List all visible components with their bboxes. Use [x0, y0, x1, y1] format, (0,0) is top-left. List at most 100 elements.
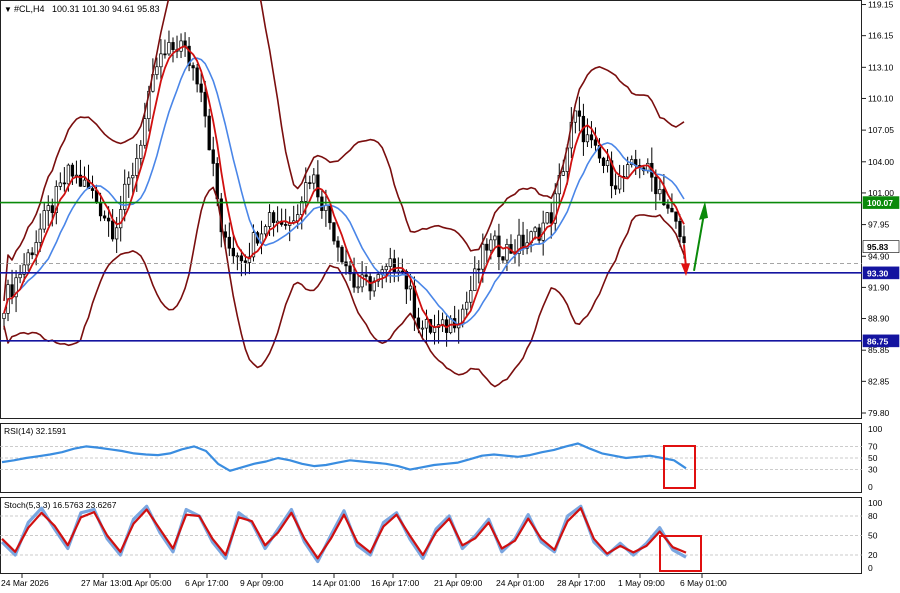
candle-body — [127, 177, 131, 185]
time-tick-label: 24 Mar 2026 — [1, 578, 49, 588]
time-tick-label: 28 Apr 17:00 — [557, 578, 605, 588]
candle-body — [159, 53, 163, 68]
time-tick-label: 27 Mar 13:00 — [81, 578, 131, 588]
candle-body — [98, 202, 103, 217]
candle-body — [102, 215, 107, 219]
candle-body — [465, 301, 469, 310]
candle-body — [352, 273, 356, 288]
price-tick-label: 79.80 — [868, 408, 890, 418]
candle-body — [626, 164, 630, 178]
candle-body — [30, 252, 34, 256]
candle-body — [577, 110, 582, 117]
ohlc-readout: 100.31 101.30 94.61 95.83 — [52, 4, 160, 14]
candle-body — [163, 53, 167, 56]
stoch-tick-label: 20 — [868, 550, 878, 560]
candle-body — [420, 327, 425, 330]
time-tick-label: 1 Apr 05:00 — [128, 578, 172, 588]
rsi-panel[interactable]: RSI(14) 32.1591 — [0, 423, 862, 493]
rsi-label: RSI(14) 32.1591 — [4, 426, 67, 436]
candle-body — [316, 174, 320, 198]
stoch-tick-label: 0 — [868, 563, 873, 573]
price-axis[interactable]: 119.15116.15113.10110.10107.05104.00101.… — [862, 0, 900, 573]
candle-body — [203, 91, 207, 117]
candle-body — [239, 255, 244, 262]
candle-body — [654, 176, 658, 195]
candle-body — [191, 65, 195, 69]
candle-body — [308, 182, 312, 184]
candle-body — [674, 211, 678, 222]
price-tick-label: 88.90 — [868, 314, 890, 324]
price-tick-label: 110.10 — [868, 93, 894, 103]
candle-body — [66, 164, 71, 185]
price-frame — [0, 0, 862, 419]
price-panel[interactable] — [0, 0, 862, 419]
rsi-tick-label: 70 — [868, 441, 878, 451]
candle-body — [364, 274, 368, 277]
time-tick-label: 6 May 01:00 — [680, 578, 727, 588]
time-tick-label: 21 Apr 09:00 — [434, 578, 482, 588]
candle-body — [215, 163, 219, 200]
candle-body — [139, 144, 143, 159]
candle-body — [171, 42, 175, 50]
candle-body — [477, 268, 481, 271]
stoch-tick-label: 80 — [868, 511, 878, 521]
price-tag-label: 100.07 — [867, 198, 893, 208]
candle-body — [263, 226, 268, 235]
candle-body — [70, 164, 75, 177]
candle-body — [561, 171, 565, 176]
candle-body — [493, 235, 497, 241]
stoch-tick-label: 100 — [868, 498, 882, 508]
candle-body — [50, 205, 54, 214]
rsi-tick-label: 0 — [868, 482, 873, 492]
candle-body — [167, 42, 171, 55]
stochastic-panel[interactable]: Stoch(5,3,3) 16.5763 23.6267 — [0, 497, 862, 574]
candle-body — [195, 67, 199, 85]
candle-body — [18, 273, 22, 279]
candle-body — [284, 224, 288, 226]
price-tick-label: 113.10 — [868, 62, 894, 72]
price-tick-label: 119.15 — [868, 0, 894, 10]
candle-body — [601, 157, 606, 166]
candle-body — [34, 242, 38, 256]
candle-body — [267, 212, 272, 227]
price-tick-label: 91.90 — [868, 282, 890, 292]
candle-body — [82, 179, 87, 187]
candle-body — [336, 240, 340, 248]
candle-body — [2, 312, 6, 319]
chart-canvas: RSI(14) 32.1591 Stoch(5,3,3) 16.5763 23.… — [0, 0, 900, 588]
candle-body — [658, 189, 662, 195]
candle-body — [682, 236, 686, 243]
candle-body — [38, 228, 42, 243]
candle-body — [106, 217, 111, 222]
time-tick-label: 9 Apr 09:00 — [240, 578, 284, 588]
time-tick-label: 6 Apr 17:00 — [185, 578, 229, 588]
price-tick-label: 107.05 — [868, 125, 894, 135]
symbol-label: #CL,H4 — [14, 4, 45, 14]
candle-body — [481, 243, 485, 270]
price-tick-label: 104.00 — [868, 157, 894, 167]
stoch-tick-label: 50 — [868, 531, 878, 541]
candle-body — [42, 210, 46, 230]
candle-body — [10, 284, 14, 298]
time-axis[interactable]: 24 Mar 2026 27 Mar 13:001 Apr 05:00 6 Apr … — [1, 574, 727, 588]
candle-body — [199, 83, 203, 93]
candle-body — [408, 285, 413, 290]
candle-body — [332, 222, 336, 242]
candle-body — [304, 182, 308, 202]
candle-body — [424, 319, 429, 329]
candle-body — [388, 258, 392, 267]
candle-body — [235, 255, 240, 258]
symbol-menu-icon[interactable]: ▼ — [4, 5, 12, 14]
candle-body — [533, 227, 537, 233]
candle-body — [384, 266, 388, 271]
candle-body — [26, 252, 30, 266]
candle-body — [400, 270, 404, 273]
candle-body — [46, 205, 50, 212]
candle-body — [617, 176, 622, 190]
price-tag-label: 95.83 — [867, 242, 889, 252]
price-tick-label: 82.85 — [868, 376, 890, 386]
candle-body — [545, 212, 549, 224]
price-tag-label: 86.75 — [867, 336, 889, 346]
candle-body — [501, 256, 505, 261]
candle-body — [58, 182, 62, 187]
